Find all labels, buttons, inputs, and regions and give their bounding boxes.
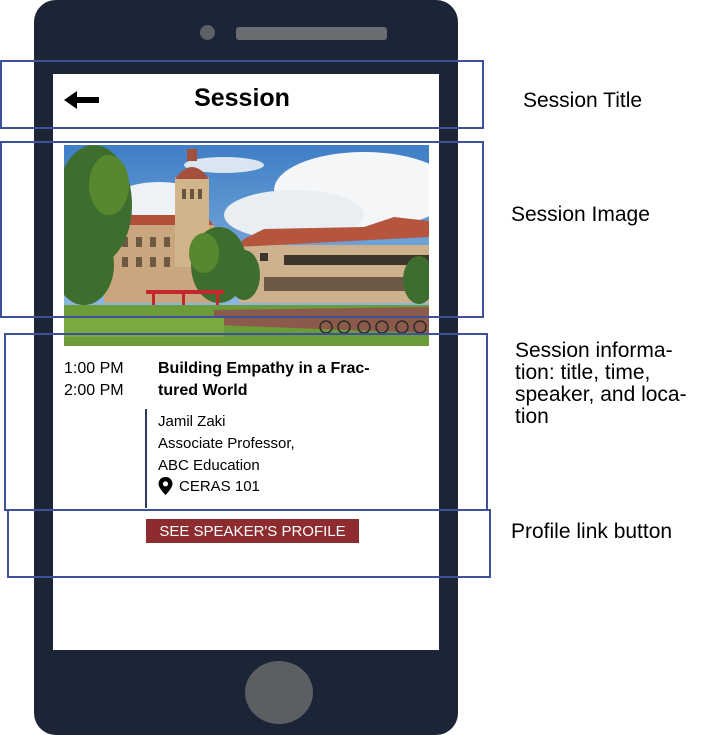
- front-camera: [200, 25, 215, 40]
- callout-session-image: [0, 141, 484, 318]
- callout-profile-button: [7, 509, 491, 578]
- callout-session-info: [4, 333, 488, 511]
- earpiece-speaker: [236, 27, 387, 40]
- annotation-session-title: Session Title: [523, 89, 643, 112]
- annotation-session-info-line-1: Session informa-: [515, 339, 673, 362]
- annotation-session-info-line-2: tion: title, time,: [515, 361, 651, 384]
- annotation-session-info-line-3: speaker, and loca-: [515, 383, 687, 406]
- annotation-profile-button: Profile link button: [511, 520, 673, 543]
- annotation-session-info-line-4: tion: [515, 405, 549, 428]
- callout-session-title: [0, 60, 484, 129]
- annotation-session-info: Session informa- tion: title, time, spea…: [515, 340, 687, 428]
- annotation-session-image: Session Image: [511, 203, 650, 226]
- home-button[interactable]: [245, 661, 313, 724]
